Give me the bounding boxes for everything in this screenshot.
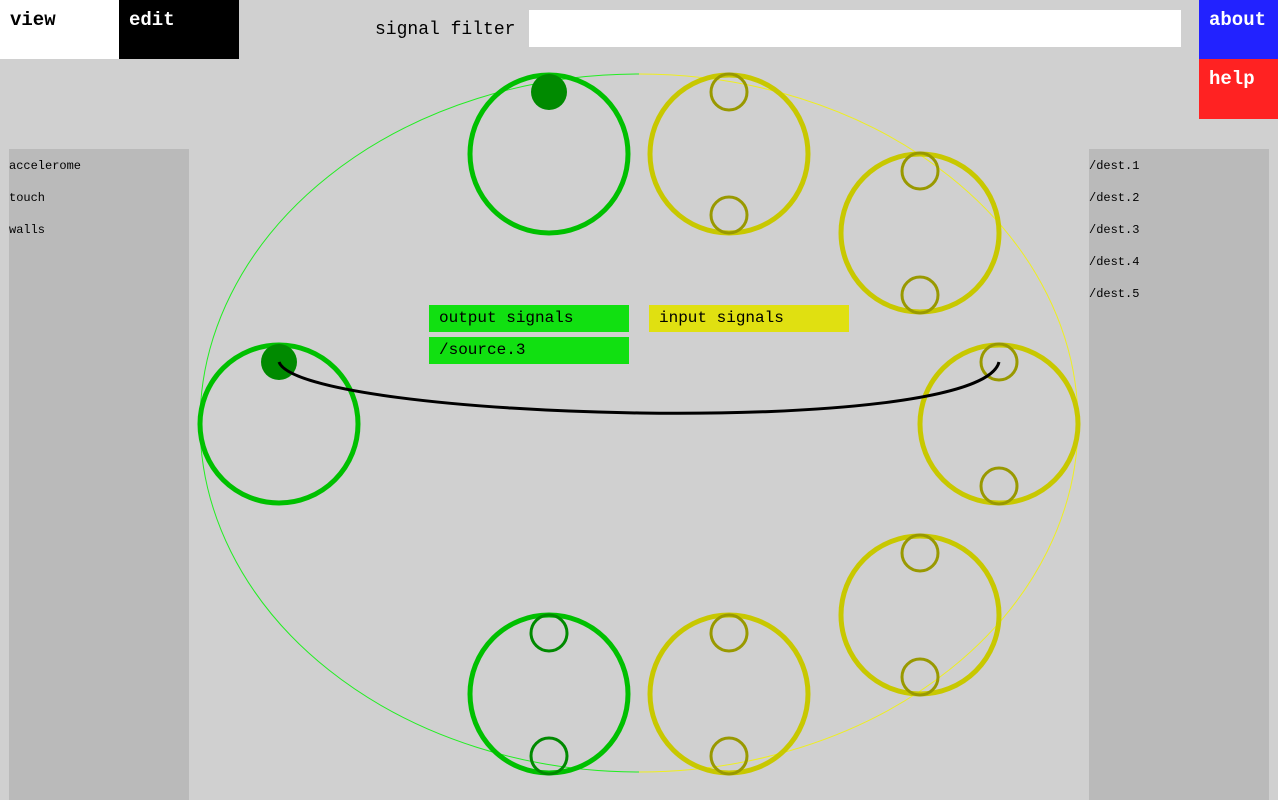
destination-port[interactable]: [709, 195, 749, 235]
input-signals-header: input signals: [649, 305, 849, 332]
app-root: view edit about help signal filter accel…: [0, 0, 1278, 800]
source-device-node[interactable]: [197, 342, 361, 506]
source-arc: [199, 73, 640, 773]
source-port[interactable]: [531, 74, 567, 110]
output-signal-item[interactable]: /source.3: [429, 337, 629, 364]
destination-port[interactable]: [900, 151, 940, 191]
source-port[interactable]: [529, 736, 569, 776]
destination-device-node[interactable]: [917, 342, 1081, 506]
destination-port[interactable]: [900, 533, 940, 573]
destination-port[interactable]: [709, 72, 749, 112]
source-device-node[interactable]: [467, 612, 631, 776]
source-port[interactable]: [529, 613, 569, 653]
destination-port[interactable]: [900, 657, 940, 697]
destination-port[interactable]: [900, 275, 940, 315]
destination-device-node[interactable]: [647, 72, 811, 236]
destination-port[interactable]: [709, 736, 749, 776]
source-device-node[interactable]: [467, 72, 631, 236]
destination-device-node[interactable]: [647, 612, 811, 776]
destination-port[interactable]: [709, 613, 749, 653]
destination-port[interactable]: [979, 466, 1019, 506]
output-signals-header: output signals: [429, 305, 629, 332]
mapping-canvas[interactable]: [0, 0, 1278, 800]
destination-device-node[interactable]: [838, 151, 1002, 315]
destination-device-node[interactable]: [838, 533, 1002, 697]
signal-connection[interactable]: [277, 361, 1001, 415]
